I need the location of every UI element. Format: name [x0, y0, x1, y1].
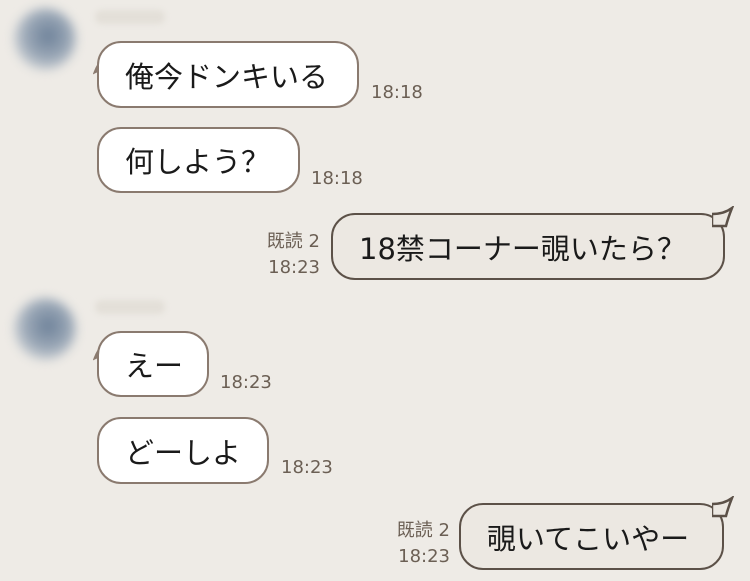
message-text: 18禁コーナー覗いたら？: [359, 231, 686, 266]
read-receipt: 既読 2 18:23: [376, 519, 450, 568]
message-text: どーしよ: [125, 435, 242, 470]
message-text: 俺今ドンキいる: [125, 59, 329, 94]
bubble-tail-icon: [712, 496, 734, 518]
message-time: 18:23: [268, 257, 320, 278]
message-text: 覗いてこいやー: [487, 521, 690, 556]
message-time: 18:18: [371, 82, 423, 103]
sender-name-blurred: [95, 300, 165, 314]
avatar[interactable]: [14, 298, 76, 360]
avatar[interactable]: [14, 8, 76, 70]
message-bubble[interactable]: どーしよ: [97, 417, 269, 484]
read-count: 既読 2: [396, 520, 450, 541]
message-bubble[interactable]: 18禁コーナー覗いたら？: [331, 213, 725, 280]
sender-name-blurred: [95, 10, 165, 24]
message-time: 18:23: [220, 372, 272, 393]
message-bubble[interactable]: 俺今ドンキいる: [97, 41, 359, 108]
message-text: えー: [125, 349, 184, 383]
message-bubble[interactable]: 何しよう？: [97, 127, 300, 193]
message-bubble[interactable]: えー: [97, 331, 209, 397]
bubble-tail-icon: [712, 206, 734, 228]
message-time: 18:23: [281, 457, 333, 478]
read-receipt: 既読 2 18:23: [246, 230, 320, 279]
message-time: 18:23: [398, 546, 450, 567]
message-text: 何しよう？: [125, 145, 271, 179]
message-bubble[interactable]: 覗いてこいやー: [459, 503, 724, 570]
message-time: 18:18: [311, 168, 363, 189]
read-count: 既読 2: [266, 231, 320, 252]
